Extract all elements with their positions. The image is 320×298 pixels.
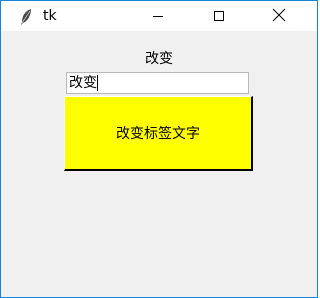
maximize-button[interactable] xyxy=(196,1,242,31)
text-caret xyxy=(97,75,98,91)
window-title: tk xyxy=(43,8,57,24)
app-window: tk 改变 改变 改变标签文字 xyxy=(0,0,318,298)
status-label: 改变 xyxy=(145,51,173,67)
close-button[interactable] xyxy=(256,1,302,31)
title-bar[interactable]: tk xyxy=(1,1,317,31)
feather-icon xyxy=(19,8,33,26)
change-label-button[interactable]: 改变标签文字 xyxy=(64,96,253,171)
entry-value: 改变 xyxy=(69,75,97,91)
minimize-button[interactable] xyxy=(135,1,181,31)
maximize-icon xyxy=(213,7,225,26)
close-icon xyxy=(272,7,286,26)
client-area: 改变 改变 改变标签文字 xyxy=(1,31,317,297)
minimize-icon xyxy=(152,7,164,26)
text-entry[interactable]: 改变 xyxy=(66,72,249,94)
